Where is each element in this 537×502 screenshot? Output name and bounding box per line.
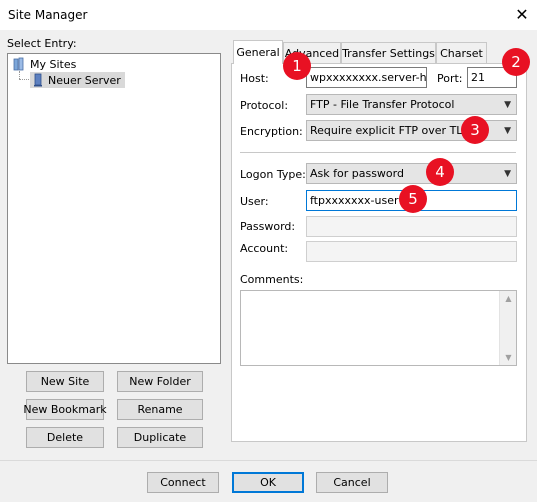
password-label: Password: [240,220,296,233]
comments-textarea[interactable]: ▲ ▼ [240,290,517,366]
chevron-down-icon: ▼ [504,125,511,136]
host-input[interactable]: wpxxxxxxxx.server-he.c [306,67,427,88]
connect-button[interactable]: Connect [147,472,219,493]
protocol-label: Protocol: [240,99,289,112]
tree-item-label: My Sites [30,57,77,71]
window-title: Site Manager [8,8,88,22]
annotation-badge: 3 [461,116,489,144]
chevron-down-icon: ▼ [504,168,511,179]
encryption-label: Encryption: [240,125,303,138]
logon-type-label: Logon Type: [240,168,306,181]
delete-button[interactable]: Delete [26,427,104,448]
tree-connector [19,71,20,79]
scroll-up-icon[interactable]: ▲ [500,294,517,303]
annotation-badge: 1 [283,52,311,80]
comments-label: Comments: [240,273,304,286]
ok-button[interactable]: OK [232,472,304,493]
logon-type-select[interactable]: Ask for password ▼ [306,163,517,184]
annotation-badge: 2 [502,48,530,76]
tree-item-label: Neuer Server [48,73,121,87]
annotation-badge: 5 [399,185,427,213]
tab-charset[interactable]: Charset [436,42,487,63]
annotation-badge: 4 [426,158,454,186]
tree-connector [19,79,29,80]
comments-scrollbar[interactable]: ▲ ▼ [499,291,516,365]
password-input[interactable] [306,216,517,237]
tree-item-neuer-server[interactable]: Neuer Server [30,72,125,88]
account-input[interactable] [306,241,517,262]
protocol-value: FTP - File Transfer Protocol [310,98,455,111]
protocol-select[interactable]: FTP - File Transfer Protocol ▼ [306,94,517,115]
folder-icon [13,57,24,71]
close-icon[interactable]: ✕ [512,5,532,25]
new-site-button[interactable]: New Site [26,371,104,392]
select-entry-label: Select Entry: [7,37,77,50]
tree-item-my-sites[interactable]: My Sites [12,57,76,71]
tab-general[interactable]: General [233,40,283,64]
new-folder-button[interactable]: New Folder [117,371,203,392]
scroll-down-icon[interactable]: ▼ [500,353,517,362]
footer-divider [0,460,537,461]
host-label: Host: [240,72,269,85]
server-icon [34,73,42,87]
account-label: Account: [240,242,289,255]
user-label: User: [240,195,269,208]
duplicate-button[interactable]: Duplicate [117,427,203,448]
separator [240,152,516,153]
new-bookmark-button[interactable]: New Bookmark [23,399,107,420]
rename-button[interactable]: Rename [117,399,203,420]
cancel-button[interactable]: Cancel [316,472,388,493]
chevron-down-icon: ▼ [504,99,511,110]
logon-type-value: Ask for password [310,167,404,180]
site-tree[interactable]: My Sites Neuer Server [7,53,221,364]
port-label: Port: [437,72,463,85]
tab-transfer-settings[interactable]: Transfer Settings [341,42,436,63]
encryption-value: Require explicit FTP over TLS [310,124,470,137]
